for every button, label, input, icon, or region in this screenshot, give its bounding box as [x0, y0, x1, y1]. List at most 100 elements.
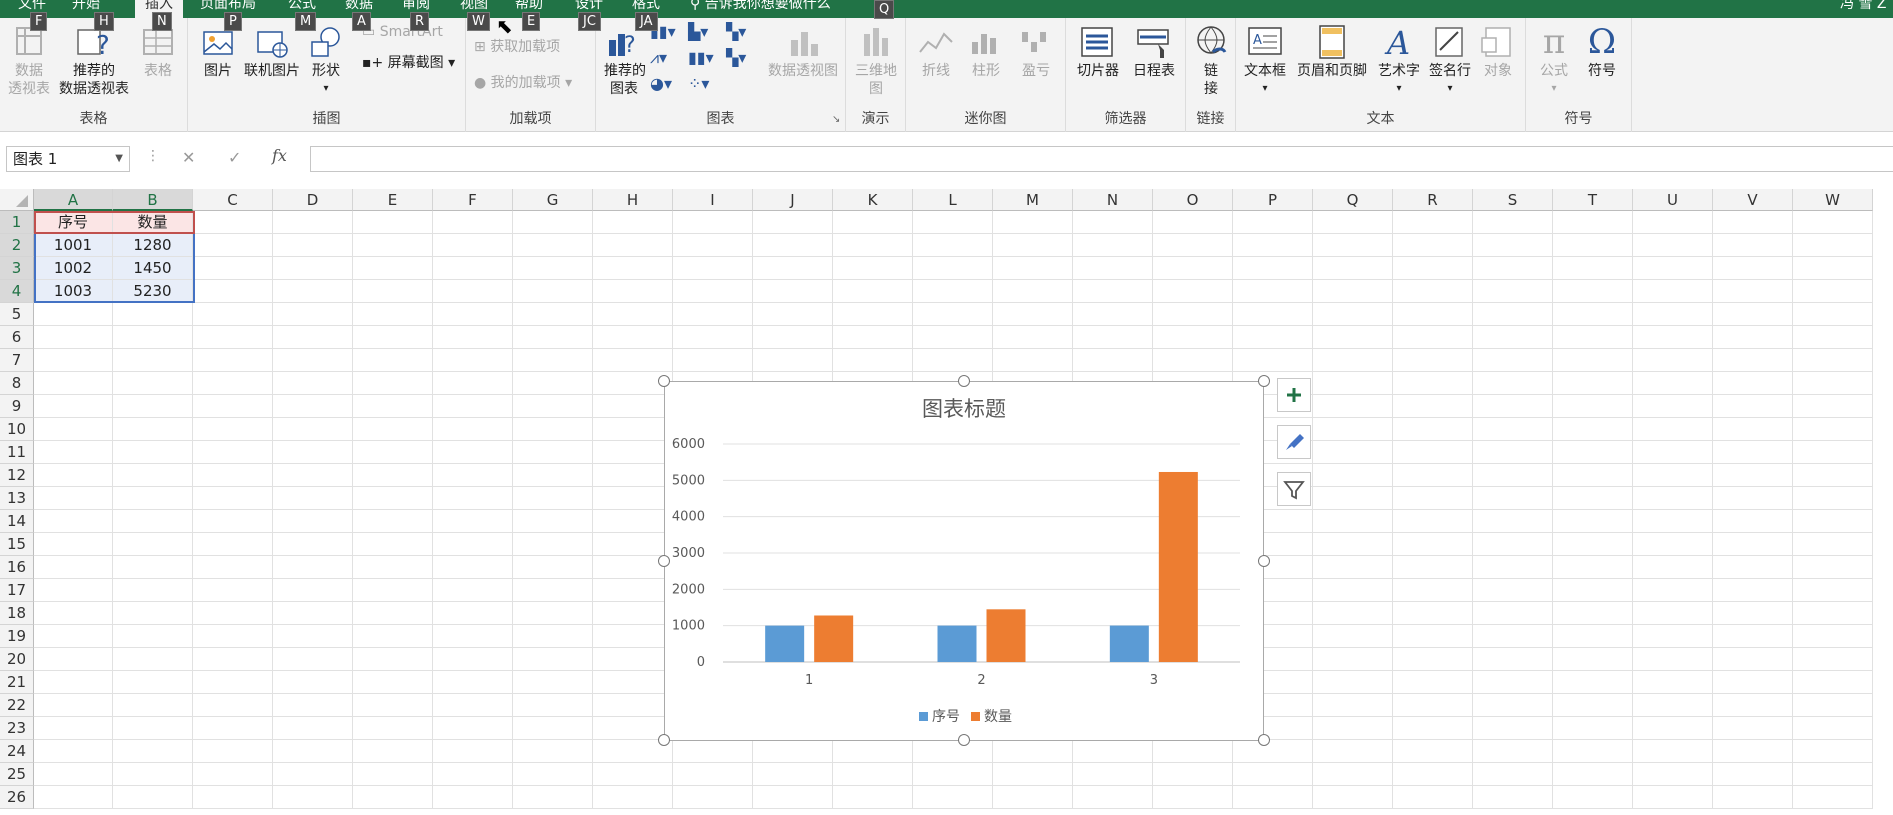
cell-L4[interactable] — [913, 280, 993, 303]
cell-Q4[interactable] — [1313, 280, 1393, 303]
cell-B8[interactable] — [113, 372, 193, 395]
cell-R23[interactable] — [1393, 717, 1473, 740]
cell-A10[interactable] — [34, 418, 113, 441]
cell-Q5[interactable] — [1313, 303, 1393, 326]
cell-S26[interactable] — [1473, 786, 1553, 809]
cell-G1[interactable] — [513, 211, 593, 234]
cell-W4[interactable] — [1793, 280, 1873, 303]
cell-G17[interactable] — [513, 579, 593, 602]
cell-F18[interactable] — [433, 602, 513, 625]
cell-C2[interactable] — [193, 234, 273, 257]
cell-H15[interactable] — [593, 533, 673, 556]
row-header-9[interactable]: 9 — [0, 395, 34, 418]
cell-C12[interactable] — [193, 464, 273, 487]
cell-Q23[interactable] — [1313, 717, 1393, 740]
column-header-O[interactable]: O — [1153, 189, 1233, 211]
cell-D16[interactable] — [273, 556, 353, 579]
cell-E2[interactable] — [353, 234, 433, 257]
cell-O3[interactable] — [1153, 257, 1233, 280]
cell-H5[interactable] — [593, 303, 673, 326]
cell-D19[interactable] — [273, 625, 353, 648]
cell-K3[interactable] — [833, 257, 913, 280]
cell-R26[interactable] — [1393, 786, 1473, 809]
cell-J4[interactable] — [753, 280, 833, 303]
cell-W23[interactable] — [1793, 717, 1873, 740]
row-header-24[interactable]: 24 — [0, 740, 34, 763]
cell-T5[interactable] — [1553, 303, 1633, 326]
cell-U21[interactable] — [1633, 671, 1713, 694]
cell-A13[interactable] — [34, 487, 113, 510]
online-picture-button[interactable]: 联机图片 — [240, 24, 304, 80]
cell-V21[interactable] — [1713, 671, 1793, 694]
cell-W13[interactable] — [1793, 487, 1873, 510]
cell-U6[interactable] — [1633, 326, 1713, 349]
shapes-button[interactable]: 形状 ▾ — [306, 24, 346, 98]
cell-M3[interactable] — [993, 257, 1073, 280]
row-header-16[interactable]: 16 — [0, 556, 34, 579]
cell-S11[interactable] — [1473, 441, 1553, 464]
cell-R3[interactable] — [1393, 257, 1473, 280]
cell-P25[interactable] — [1233, 763, 1313, 786]
cell-N6[interactable] — [1073, 326, 1153, 349]
cell-S2[interactable] — [1473, 234, 1553, 257]
column-header-F[interactable]: F — [433, 189, 513, 211]
cell-U12[interactable] — [1633, 464, 1713, 487]
cell-L25[interactable] — [913, 763, 993, 786]
cell-I2[interactable] — [673, 234, 753, 257]
cell-B16[interactable] — [113, 556, 193, 579]
cell-N1[interactable] — [1073, 211, 1153, 234]
cell-A22[interactable] — [34, 694, 113, 717]
cell-W18[interactable] — [1793, 602, 1873, 625]
waterfall-chart-button[interactable]: ▚▾ — [726, 22, 746, 41]
cell-D26[interactable] — [273, 786, 353, 809]
cell-Q11[interactable] — [1313, 441, 1393, 464]
cell-T17[interactable] — [1553, 579, 1633, 602]
cell-Q17[interactable] — [1313, 579, 1393, 602]
cell-V12[interactable] — [1713, 464, 1793, 487]
row-header-15[interactable]: 15 — [0, 533, 34, 556]
cell-E24[interactable] — [353, 740, 433, 763]
column-header-K[interactable]: K — [833, 189, 913, 211]
cell-V16[interactable] — [1713, 556, 1793, 579]
cell-F20[interactable] — [433, 648, 513, 671]
cell-K5[interactable] — [833, 303, 913, 326]
cell-S24[interactable] — [1473, 740, 1553, 763]
cell-M1[interactable] — [993, 211, 1073, 234]
cell-C24[interactable] — [193, 740, 273, 763]
cell-S18[interactable] — [1473, 602, 1553, 625]
cell-E17[interactable] — [353, 579, 433, 602]
cell-G10[interactable] — [513, 418, 593, 441]
equation-button[interactable]: π 公式 ▾ — [1532, 24, 1576, 98]
cell-F23[interactable] — [433, 717, 513, 740]
cell-U16[interactable] — [1633, 556, 1713, 579]
cell-H7[interactable] — [593, 349, 673, 372]
row-header-19[interactable]: 19 — [0, 625, 34, 648]
cell-T6[interactable] — [1553, 326, 1633, 349]
cell-Q7[interactable] — [1313, 349, 1393, 372]
cell-G20[interactable] — [513, 648, 593, 671]
resize-handle-e[interactable] — [1258, 555, 1270, 567]
cell-H11[interactable] — [593, 441, 673, 464]
cell-C4[interactable] — [193, 280, 273, 303]
formula-input[interactable] — [310, 146, 1893, 172]
cell-F24[interactable] — [433, 740, 513, 763]
cell-D4[interactable] — [273, 280, 353, 303]
cell-K4[interactable] — [833, 280, 913, 303]
column-header-V[interactable]: V — [1713, 189, 1793, 211]
cell-N3[interactable] — [1073, 257, 1153, 280]
cell-V10[interactable] — [1713, 418, 1793, 441]
cell-B12[interactable] — [113, 464, 193, 487]
cell-M26[interactable] — [993, 786, 1073, 809]
cell-A4[interactable]: 1003 — [34, 280, 113, 303]
resize-handle-w[interactable] — [658, 555, 670, 567]
row-header-3[interactable]: 3 — [0, 257, 34, 280]
cell-G6[interactable] — [513, 326, 593, 349]
row-header-26[interactable]: 26 — [0, 786, 34, 809]
cell-F3[interactable] — [433, 257, 513, 280]
cell-A19[interactable] — [34, 625, 113, 648]
cell-H1[interactable] — [593, 211, 673, 234]
cell-P5[interactable] — [1233, 303, 1313, 326]
cell-R14[interactable] — [1393, 510, 1473, 533]
cell-A25[interactable] — [34, 763, 113, 786]
column-header-D[interactable]: D — [273, 189, 353, 211]
